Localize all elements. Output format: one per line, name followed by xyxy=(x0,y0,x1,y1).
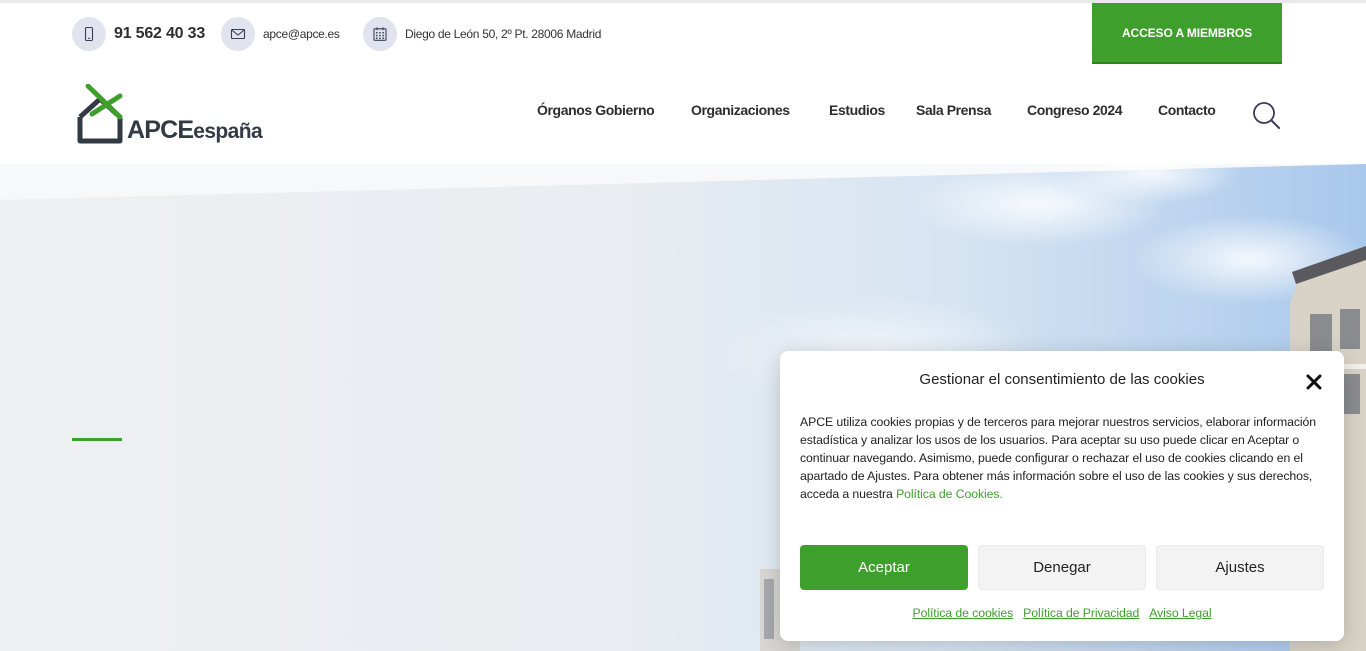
site-header: APCEespaña Órganos Gobierno Organizacion… xyxy=(0,64,1366,164)
logo[interactable]: APCEespaña xyxy=(76,84,291,146)
cookie-title: Gestionar el consentimiento de las cooki… xyxy=(919,371,1205,388)
members-access-button[interactable]: ACCESO A MIEMBROS xyxy=(1092,3,1282,64)
legal-notice-link[interactable]: Aviso Legal xyxy=(1149,606,1211,620)
nav-organos-gobierno[interactable]: Órganos Gobierno xyxy=(537,102,655,118)
address-text: Diego de León 50, 2º Pt. 28006 Madrid xyxy=(405,27,602,41)
nav-organizaciones[interactable]: Organizaciones xyxy=(691,102,790,118)
house-logo-icon xyxy=(77,84,123,144)
cookie-message-text: APCE utiliza cookies propias y de tercer… xyxy=(800,415,1316,501)
logo-wordmark: APCEespaña xyxy=(127,116,263,145)
address-contact: Diego de León 50, 2º Pt. 28006 Madrid xyxy=(363,17,601,51)
deny-button[interactable]: Denegar xyxy=(978,545,1146,590)
phone-icon xyxy=(72,17,106,51)
mail-icon xyxy=(221,17,255,51)
nav-estudios[interactable]: Estudios xyxy=(829,102,885,118)
privacy-policy-link[interactable]: Política de Privacidad xyxy=(1023,606,1139,620)
close-icon[interactable] xyxy=(1304,372,1324,392)
phone-number[interactable]: 91 562 40 33 xyxy=(114,25,205,43)
phone-contact[interactable]: 91 562 40 33 xyxy=(72,17,205,51)
email-contact[interactable]: apce@apce.es xyxy=(221,17,340,51)
hero-accent-line xyxy=(72,438,122,441)
cookie-footer-links: Política de cookies Política de Privacid… xyxy=(780,606,1344,620)
search-icon[interactable] xyxy=(1251,100,1281,130)
cookie-message: APCE utiliza cookies propias y de tercer… xyxy=(800,413,1330,503)
nav-sala-prensa[interactable]: Sala Prensa xyxy=(916,102,991,118)
email-address[interactable]: apce@apce.es xyxy=(263,27,340,41)
settings-button[interactable]: Ajustes xyxy=(1156,545,1324,590)
cookie-policy-inline-link[interactable]: Política de Cookies. xyxy=(896,487,1003,501)
nav-contacto[interactable]: Contacto xyxy=(1158,102,1216,118)
logo-espana: españa xyxy=(193,120,263,143)
nav-congreso-2024[interactable]: Congreso 2024 xyxy=(1027,102,1123,118)
logo-apce: APCE xyxy=(127,116,194,144)
cookie-consent-dialog: Gestionar el consentimiento de las cooki… xyxy=(780,351,1344,641)
page: 91 562 40 33 apce@apce.es Diego de León … xyxy=(0,0,1366,651)
top-bar: 91 562 40 33 apce@apce.es Diego de León … xyxy=(0,3,1366,64)
accept-button[interactable]: Aceptar xyxy=(800,545,968,590)
cookie-policy-link[interactable]: Política de cookies xyxy=(913,606,1014,620)
calendar-icon xyxy=(363,17,397,51)
